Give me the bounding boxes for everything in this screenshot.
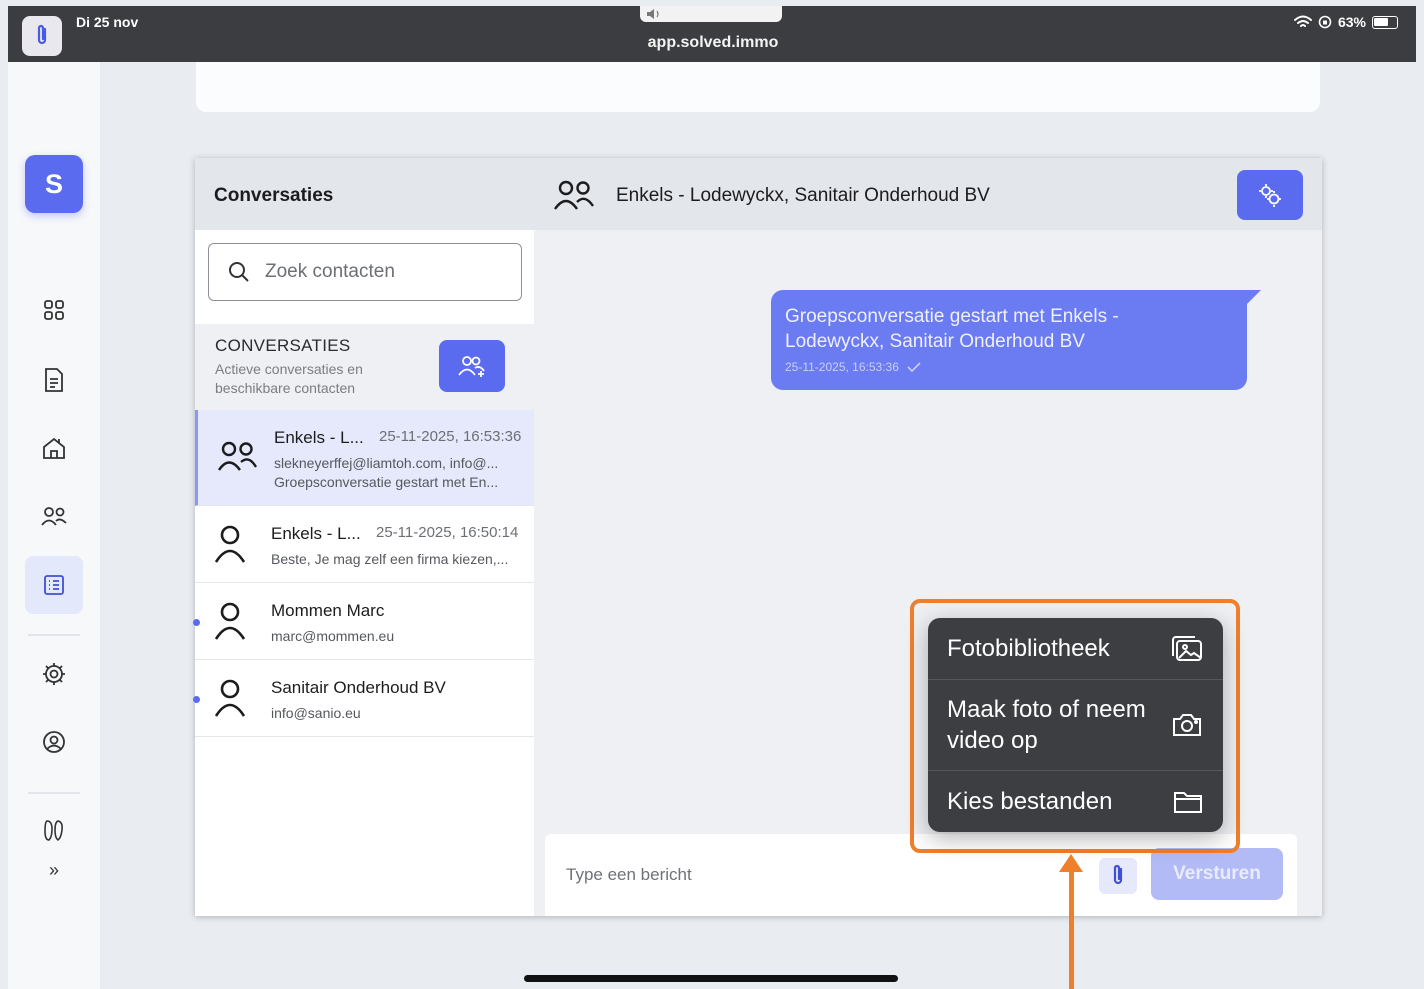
- menu-item-label: Maak foto of neem video op: [947, 696, 1146, 754]
- contact-name: Sanitair Onderhoud BV: [271, 678, 446, 697]
- conversations-title: Conversaties: [214, 185, 334, 206]
- person-icon: [213, 678, 247, 723]
- message-input[interactable]: Type een bericht: [566, 865, 692, 885]
- attach-button[interactable]: [1099, 858, 1137, 894]
- unread-dot: [193, 696, 200, 703]
- menu-item-camera[interactable]: Maak foto of neem video op: [928, 680, 1223, 771]
- conversation-name: Enkels - L...: [274, 428, 364, 447]
- battery-percent: 63%: [1337, 14, 1366, 30]
- paperclip-app-icon: [22, 16, 62, 56]
- chat-settings-button[interactable]: [1237, 170, 1303, 220]
- app-logo[interactable]: S: [25, 155, 83, 213]
- contacts-icon[interactable]: [32, 494, 76, 538]
- orientation-lock-icon: [1318, 15, 1332, 29]
- group-icon: [217, 440, 259, 477]
- message-text: Groepsconversatie gestart met Enkels - L…: [785, 306, 1119, 352]
- conversations-heading: CONVERSATIES: [215, 336, 351, 355]
- conversation-time: 25-11-2025, 16:53:36: [379, 428, 522, 445]
- conversation-item[interactable]: Enkels - L... 25-11-2025, 16:50:14 Beste…: [195, 506, 534, 583]
- new-group-button[interactable]: [439, 340, 505, 392]
- photo-library-icon: [1171, 635, 1203, 668]
- search-icon: [229, 262, 249, 282]
- menu-item-files[interactable]: Kies bestanden: [928, 771, 1223, 832]
- settings-icon[interactable]: [32, 652, 76, 696]
- profile-icon[interactable]: [32, 720, 76, 764]
- conversation-name: Enkels - L...: [271, 524, 361, 543]
- conversations-subtitle: Actieve conversaties en beschikbare cont…: [215, 361, 363, 396]
- message-meta: 25-11-2025, 16:53:36: [785, 360, 1233, 374]
- expand-rail-icon[interactable]: »: [32, 860, 76, 881]
- check-icon: [907, 362, 921, 372]
- menu-item-label: Kies bestanden: [947, 788, 1113, 815]
- annotation-arrow: [1069, 870, 1074, 989]
- conversation-item[interactable]: Enkels - L... 25-11-2025, 16:53:36 slekn…: [195, 410, 534, 506]
- conversation-participants: slekneyerffej@liamtoh.com, info@...: [274, 455, 499, 471]
- send-button[interactable]: Versturen: [1151, 848, 1283, 900]
- group-icon: [553, 178, 597, 217]
- dashboard-icon[interactable]: [32, 288, 76, 332]
- folder-icon: [1173, 789, 1203, 820]
- camera-icon: [1171, 712, 1203, 743]
- sandals-icon[interactable]: [32, 808, 76, 852]
- nav-rail: S »: [8, 62, 100, 989]
- conversations-icon[interactable]: [25, 556, 83, 614]
- unread-dot: [193, 619, 200, 626]
- battery-icon: [1372, 15, 1398, 29]
- status-date: Di 25 nov: [76, 14, 139, 30]
- top-card: [196, 62, 1320, 112]
- browser-url[interactable]: app.solved.immo: [608, 34, 818, 52]
- rail-divider: [28, 792, 80, 794]
- add-group-icon: [458, 356, 485, 377]
- conversation-preview: Groepsconversatie gestart met En...: [274, 474, 499, 490]
- message-timestamp: 25-11-2025, 16:53:36: [785, 360, 899, 374]
- conversations-section: CONVERSATIES Actieve conversaties en bes…: [195, 324, 534, 410]
- search-field[interactable]: Zoek contacten: [208, 243, 522, 301]
- chat-title: Enkels - Lodewyckx, Sanitair Onderhoud B…: [616, 185, 990, 206]
- attach-menu: Fotobibliotheek Maak foto of neem video …: [928, 618, 1223, 832]
- menu-item-label: Fotobibliotheek: [947, 635, 1110, 662]
- conversation-sidebar: Zoek contacten CONVERSATIES Actieve conv…: [193, 230, 534, 916]
- speaker-icon: [640, 6, 782, 22]
- contact-name: Mommen Marc: [271, 601, 385, 620]
- gears-icon: [1259, 184, 1281, 207]
- document-icon[interactable]: [32, 358, 76, 402]
- conversation-preview: Beste, Je mag zelf een firma kiezen,...: [271, 551, 509, 567]
- contact-item[interactable]: Mommen Marc marc@mommen.eu: [193, 583, 534, 660]
- contact-email: marc@mommen.eu: [271, 628, 395, 644]
- wifi-icon: [1293, 15, 1312, 27]
- home-icon[interactable]: [32, 426, 76, 470]
- status-bar: Di 25 nov app.solved.immo 63%: [8, 6, 1416, 62]
- message-bubble: Groepsconversatie gestart met Enkels - L…: [771, 290, 1261, 390]
- contact-item[interactable]: Sanitair Onderhoud BV info@sanio.eu: [193, 660, 534, 737]
- menu-item-photo-library[interactable]: Fotobibliotheek: [928, 618, 1223, 680]
- home-indicator: [524, 975, 898, 982]
- search-input[interactable]: Zoek contacten: [265, 261, 395, 283]
- status-indicators: 63%: [1293, 14, 1398, 30]
- panel-header: Conversaties Enkels - Lodewyckx, Sanitai…: [195, 158, 1322, 230]
- rail-divider: [28, 634, 80, 636]
- contact-email: info@sanio.eu: [271, 705, 361, 721]
- person-icon: [213, 601, 247, 646]
- conversation-time: 25-11-2025, 16:50:14: [376, 524, 519, 541]
- person-icon: [213, 524, 247, 569]
- paperclip-icon: [1113, 864, 1123, 885]
